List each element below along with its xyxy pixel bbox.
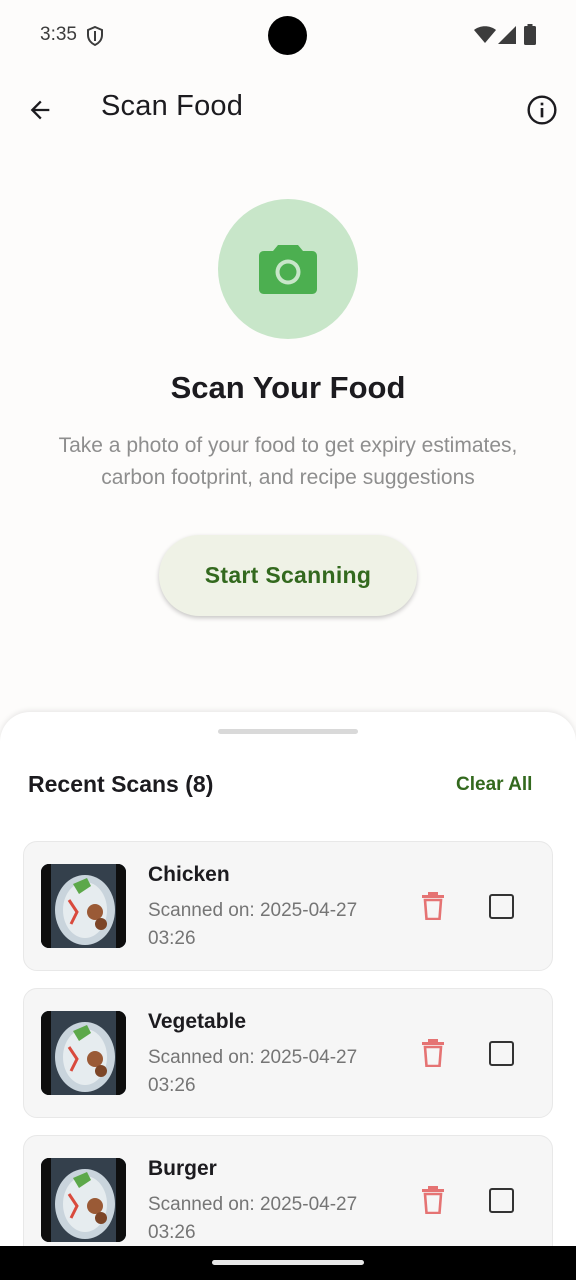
page-title: Scan Food [101,90,244,122]
wifi-icon [474,26,496,43]
camera-icon [259,245,317,294]
select-checkbox[interactable] [489,894,514,919]
drag-handle[interactable] [218,729,358,734]
clear-all-button[interactable]: Clear All [456,774,532,796]
item-scan-date: Scanned on: 2025-04-27 03:26 [148,1047,358,1096]
scan-food-screen: 3:35 Scan Food Scan Your Food Take a pho… [0,0,576,1280]
item-name: Chicken [148,863,230,886]
food-thumbnail [41,864,126,948]
recent-scans-sheet: Recent Scans (8) Clear All Chicken Scann… [0,712,576,1280]
delete-button[interactable] [420,1039,446,1068]
recent-scans-title: Recent Scans (8) [28,771,214,797]
scan-list-item[interactable]: Chicken Scanned on: 2025-04-27 03:26 [23,841,553,971]
select-checkbox[interactable] [489,1188,514,1213]
signal-icon [498,26,516,44]
item-scan-date: Scanned on: 2025-04-27 03:26 [148,900,358,949]
shield-icon [87,26,103,46]
top-app-bar: Scan Food [0,70,576,150]
info-button[interactable] [522,90,562,130]
item-name: Burger [148,1157,217,1180]
camera-badge [218,199,358,339]
hero-title: Scan Your Food [170,370,406,405]
info-icon [527,95,557,125]
item-scan-date: Scanned on: 2025-04-27 03:26 [148,1194,358,1243]
trash-icon [422,892,444,921]
select-checkbox[interactable] [489,1041,514,1066]
system-navigation-bar [0,1246,576,1280]
delete-button[interactable] [420,892,446,921]
delete-button[interactable] [420,1186,446,1215]
hero-subtitle: Take a photo of your food to get expiry … [58,434,518,489]
back-arrow-icon [30,100,50,120]
back-button[interactable] [20,90,60,130]
item-name: Vegetable [148,1010,247,1033]
trash-icon [422,1186,444,1215]
trash-icon [422,1039,444,1068]
status-time: 3:35 [40,24,77,45]
home-indicator[interactable] [212,1260,364,1265]
status-bar: 3:35 [0,0,576,70]
food-thumbnail [41,1158,126,1242]
battery-icon [524,24,536,45]
camera-cutout [268,16,307,55]
start-scanning-button[interactable]: Start Scanning [159,535,417,616]
food-thumbnail [41,1011,126,1095]
scan-list-item[interactable]: Vegetable Scanned on: 2025-04-27 03:26 [23,988,553,1118]
